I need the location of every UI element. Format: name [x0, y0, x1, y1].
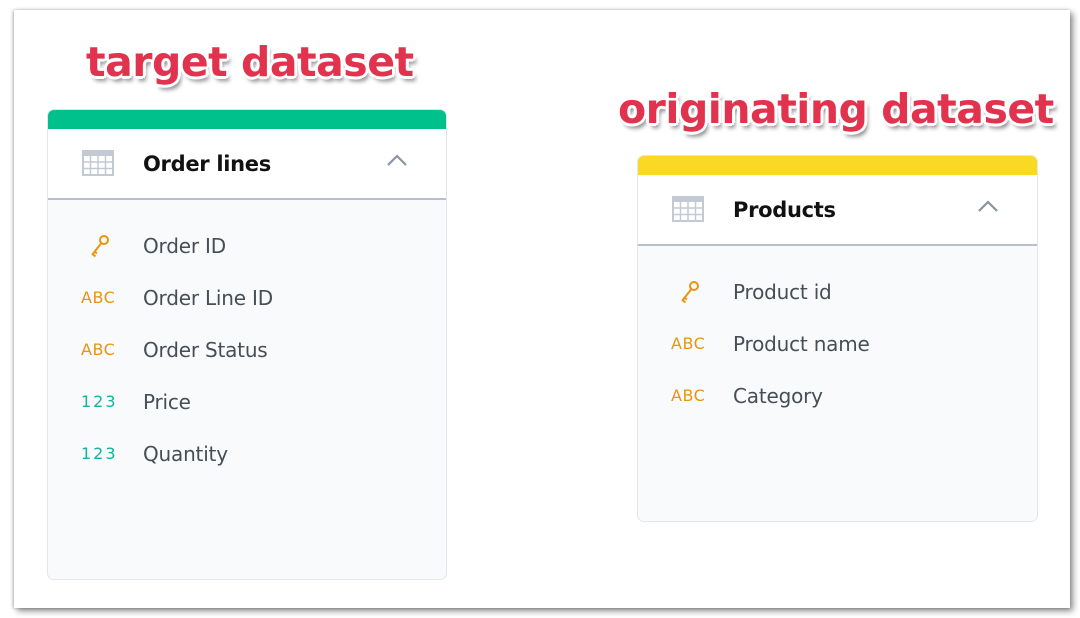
field-item[interactable]: 123 Price — [48, 380, 446, 432]
field-label: Price — [143, 390, 191, 414]
field-item[interactable]: 123 Quantity — [48, 432, 446, 484]
field-label: Order Status — [143, 338, 268, 362]
dataset-header[interactable]: Order lines — [48, 129, 446, 200]
field-label: Product id — [733, 280, 832, 304]
key-icon — [671, 281, 711, 304]
field-item[interactable]: ABC Product name — [638, 322, 1037, 374]
table-icon — [82, 150, 114, 176]
originating-dataset-callout: originating dataset — [618, 85, 1054, 133]
key-icon — [81, 235, 121, 258]
target-dataset-callout: target dataset — [86, 38, 414, 86]
dataset-title: Products — [733, 198, 836, 222]
dataset-card-products: Products Product id ABC Product name ABC Cat… — [637, 155, 1038, 522]
table-icon — [672, 196, 704, 222]
field-label: Category — [733, 384, 823, 408]
dataset-card-order-lines: Order lines Order ID ABC Order Line ID ABC O… — [47, 109, 447, 580]
field-item[interactable]: ABC Order Status — [48, 328, 446, 380]
attribute-icon: ABC — [81, 288, 116, 307]
attribute-icon: ABC — [671, 386, 706, 405]
dataset-color-bar — [48, 110, 446, 129]
field-label: Quantity — [143, 442, 228, 466]
dataset-title: Order lines — [143, 152, 271, 176]
dataset-color-bar — [638, 156, 1037, 175]
fact-icon: 123 — [81, 392, 118, 411]
field-label: Order ID — [143, 234, 226, 258]
field-item[interactable]: Product id — [638, 270, 1037, 322]
field-label: Order Line ID — [143, 286, 273, 310]
field-list: Order ID ABC Order Line ID ABC Order Status 1… — [48, 200, 446, 484]
fact-icon: 123 — [81, 444, 118, 463]
dataset-header[interactable]: Products — [638, 175, 1037, 246]
field-list: Product id ABC Product name ABC Category — [638, 246, 1037, 426]
attribute-icon: ABC — [671, 334, 706, 353]
chevron-up-icon[interactable] — [386, 153, 408, 167]
field-item[interactable]: ABC Order Line ID — [48, 276, 446, 328]
field-item[interactable]: ABC Category — [638, 374, 1037, 426]
field-label: Product name — [733, 332, 870, 356]
attribute-icon: ABC — [81, 340, 116, 359]
chevron-up-icon[interactable] — [977, 199, 999, 213]
field-item[interactable]: Order ID — [48, 224, 446, 276]
